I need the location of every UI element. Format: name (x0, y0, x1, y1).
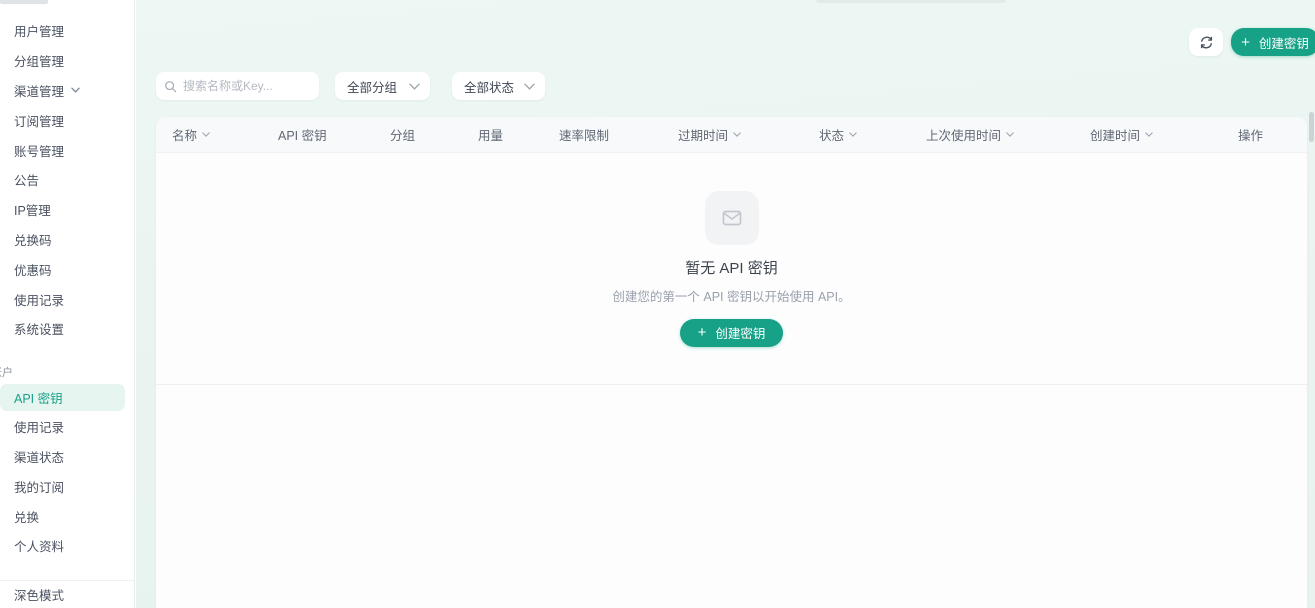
refresh-button[interactable] (1189, 28, 1223, 56)
search-box (156, 72, 319, 100)
sidebar-item-user-management[interactable]: 用户管理 (0, 16, 134, 46)
sidebar: 用户管理 分组管理 渠道管理 订阅管理 账号管理 公告 IP管理 兑换码 优惠码… (0, 0, 135, 608)
sidebar-item-subscription-management[interactable]: 订阅管理 (0, 105, 134, 135)
vertical-scrollbar-thumb[interactable] (1309, 112, 1314, 142)
sidebar-item-label: 兑换码 (14, 230, 52, 249)
api-keys-table-card: 名称 API 密钥 分组 用量 速率限制 过期时间 状态 (156, 117, 1307, 608)
top-edge-decoration (816, 0, 1006, 3)
chevron-down-icon (71, 87, 80, 93)
status-filter-select[interactable]: 全部状态 (452, 72, 545, 100)
sidebar-item-label: IP管理 (14, 200, 51, 219)
column-label: 分组 (390, 125, 415, 144)
column-label: 速率限制 (559, 125, 609, 144)
column-header-group: 分组 (390, 125, 478, 144)
sidebar-item-label: 系统设置 (14, 319, 64, 338)
sidebar-item-account-management[interactable]: 账号管理 (0, 135, 134, 165)
column-label: 创建时间 (1090, 125, 1140, 144)
column-header-status[interactable]: 状态 (819, 125, 926, 144)
sidebar-item-label: API 密钥 (14, 388, 63, 407)
column-label: 用量 (478, 125, 503, 144)
refresh-icon (1199, 35, 1214, 50)
status-filter-value: 全部状态 (464, 77, 514, 96)
sort-chevron-icon (1006, 132, 1014, 137)
sidebar-item-my-subscription[interactable]: 我的订阅 (0, 471, 134, 501)
plus-icon: + (1241, 35, 1250, 50)
empty-state-title: 暂无 API 密钥 (685, 257, 778, 278)
column-header-created-time[interactable]: 创建时间 (1090, 125, 1238, 144)
sidebar-item-system-settings[interactable]: 系统设置 (0, 314, 134, 344)
sidebar-item-label: 使用记录 (14, 290, 64, 309)
column-label: 状态 (819, 125, 844, 144)
sidebar-item-label: 个人资料 (14, 536, 64, 555)
sidebar-item-label: 公告 (14, 170, 39, 189)
chevron-down-icon (524, 83, 535, 90)
sidebar-section-account: 账户 (0, 362, 134, 382)
sidebar-item-label: 渠道状态 (14, 447, 64, 466)
sidebar-item-label: 优惠码 (14, 260, 52, 279)
empty-state: 暂无 API 密钥 创建您的第一个 API 密钥以开始使用 API。 + 创建密… (156, 153, 1307, 385)
column-header-usage: 用量 (478, 125, 559, 144)
sidebar-item-label: 渠道管理 (14, 81, 64, 100)
chevron-down-icon (409, 83, 420, 90)
sidebar-item-label: 使用记录 (14, 417, 64, 436)
column-header-last-used-time[interactable]: 上次使用时间 (926, 125, 1090, 144)
sidebar-item-announcement[interactable]: 公告 (0, 165, 134, 195)
column-label: 过期时间 (678, 125, 728, 144)
column-header-expiry-time[interactable]: 过期时间 (678, 125, 819, 144)
empty-state-icon-box (705, 191, 759, 245)
create-key-button-empty[interactable]: + 创建密钥 (680, 319, 784, 347)
sidebar-item-label: 兑换 (14, 507, 39, 526)
group-filter-value: 全部分组 (347, 77, 397, 96)
filter-bar: 全部分组 全部状态 (156, 72, 545, 100)
search-icon (164, 80, 177, 93)
sidebar-item-usage-records-admin[interactable]: 使用记录 (0, 284, 134, 314)
sidebar-item-label: 用户管理 (14, 21, 64, 40)
sidebar-item-label: 订阅管理 (14, 111, 64, 130)
column-label: API 密钥 (278, 125, 327, 144)
sidebar-item-label: 账号管理 (14, 141, 64, 160)
column-label: 上次使用时间 (926, 125, 1001, 144)
sort-chevron-icon (849, 132, 857, 137)
sidebar-item-profile[interactable]: 个人资料 (0, 531, 134, 561)
sidebar-item-group-management[interactable]: 分组管理 (0, 46, 134, 76)
dark-mode-toggle[interactable]: 深色模式 (0, 580, 134, 608)
sidebar-item-api-keys[interactable]: API 密钥 (0, 384, 125, 411)
column-header-actions: 操作 (1238, 125, 1307, 144)
group-filter-select[interactable]: 全部分组 (335, 72, 430, 100)
table-header-row: 名称 API 密钥 分组 用量 速率限制 过期时间 状态 (156, 117, 1307, 153)
plus-icon: + (698, 325, 707, 340)
sidebar-item-label: 分组管理 (14, 51, 64, 70)
toolbar: + 创建密钥 (1189, 28, 1315, 56)
column-label: 操作 (1238, 125, 1263, 144)
create-key-label: 创建密钥 (1259, 33, 1309, 52)
empty-state-description: 创建您的第一个 API 密钥以开始使用 API。 (612, 286, 850, 305)
sort-chevron-icon (1145, 132, 1153, 137)
main-content: + 创建密钥 全部分组 全部状态 名称 (136, 0, 1315, 608)
sidebar-item-usage-records[interactable]: 使用记录 (0, 412, 134, 442)
sort-chevron-icon (202, 132, 210, 137)
column-label: 名称 (172, 125, 197, 144)
sidebar-item-redeem[interactable]: 兑换 (0, 501, 134, 531)
sidebar-item-ip-management[interactable]: IP管理 (0, 195, 134, 225)
column-header-rate-limit: 速率限制 (559, 125, 678, 144)
sidebar-item-label: 我的订阅 (14, 477, 64, 496)
dark-mode-label: 深色模式 (14, 585, 64, 604)
column-header-name[interactable]: 名称 (172, 125, 278, 144)
sort-chevron-icon (733, 132, 741, 137)
create-key-button-top[interactable]: + 创建密钥 (1231, 28, 1315, 56)
envelope-icon (720, 206, 744, 230)
sidebar-item-channel-status[interactable]: 渠道状态 (0, 442, 134, 472)
sidebar-item-redemption-code[interactable]: 兑换码 (0, 225, 134, 255)
clipped-top-item (0, 0, 48, 4)
column-header-api-key: API 密钥 (278, 125, 390, 144)
sidebar-item-coupon-code[interactable]: 优惠码 (0, 254, 134, 284)
create-key-label: 创建密钥 (715, 323, 765, 342)
search-input[interactable] (183, 79, 311, 93)
sidebar-item-channel-management[interactable]: 渠道管理 (0, 76, 134, 106)
